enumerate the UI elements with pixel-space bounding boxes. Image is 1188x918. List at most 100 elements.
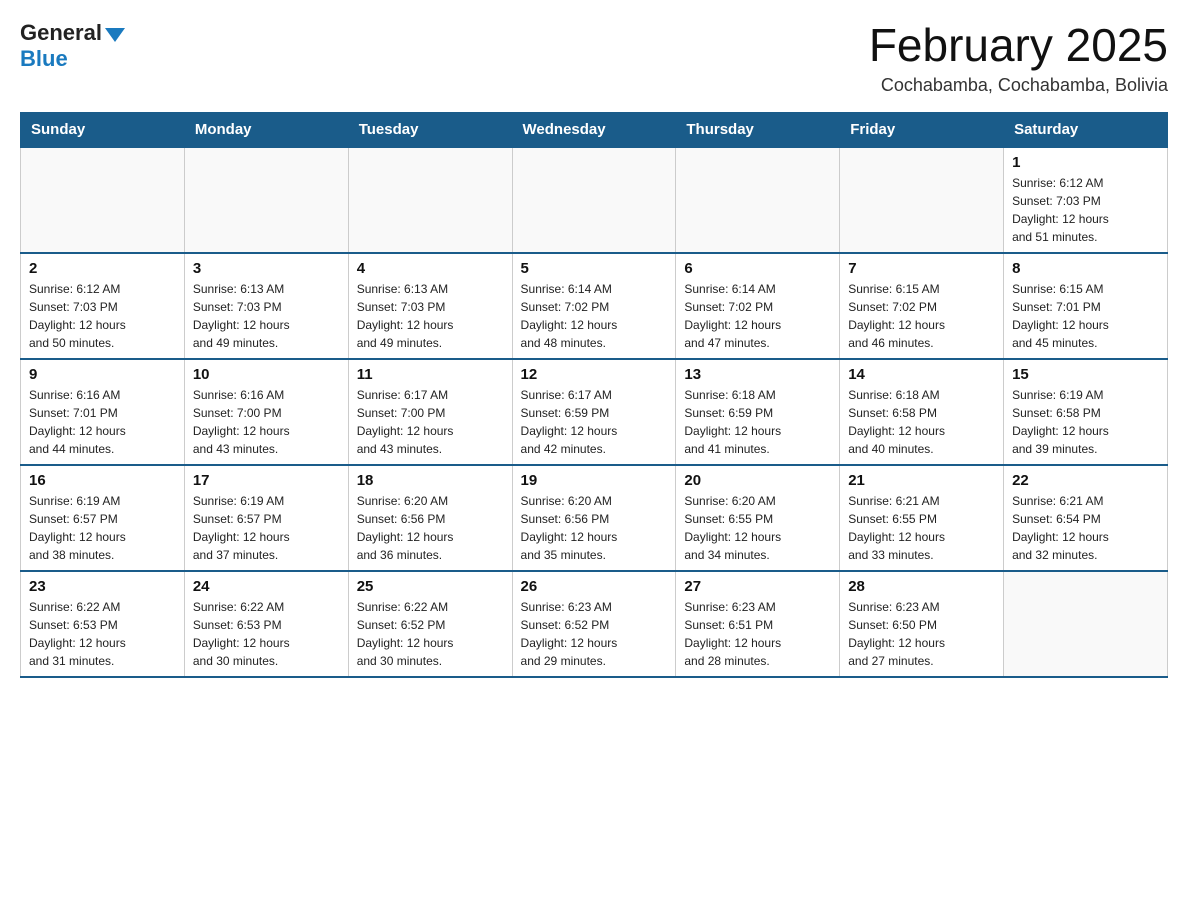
day-number: 14 xyxy=(848,366,995,383)
day-info: Sunrise: 6:19 AM Sunset: 6:57 PM Dayligh… xyxy=(193,492,340,564)
day-info: Sunrise: 6:16 AM Sunset: 7:01 PM Dayligh… xyxy=(29,386,176,458)
day-number: 20 xyxy=(684,472,831,489)
calendar-cell xyxy=(1004,571,1168,677)
calendar-cell: 5 Sunrise: 6:14 AM Sunset: 7:02 PM Daylig… xyxy=(512,253,676,359)
calendar-week-row: 23Sunrise: 6:22 AM Sunset: 6:53 PM Dayli… xyxy=(21,571,1168,677)
calendar-cell: 17 Sunrise: 6:19 AM Sunset: 6:57 PM Dayli… xyxy=(184,465,348,571)
day-info: Sunrise: 6:12 AM Sunset: 7:03 PM Dayligh… xyxy=(1012,174,1159,246)
calendar-week-row: 1 Sunrise: 6:12 AM Sunset: 7:03 PM Daylig… xyxy=(21,147,1168,253)
logo-arrow-icon xyxy=(105,28,125,42)
calendar-cell: 25Sunrise: 6:22 AM Sunset: 6:52 PM Dayli… xyxy=(348,571,512,677)
page-header: General Blue February 2025 Cochabamba, C… xyxy=(20,20,1168,96)
logo-general-text: General xyxy=(20,20,102,46)
day-number: 7 xyxy=(848,260,995,277)
calendar-week-row: 2 Sunrise: 6:12 AM Sunset: 7:03 PM Daylig… xyxy=(21,253,1168,359)
day-number: 22 xyxy=(1012,472,1159,489)
calendar-cell: 2 Sunrise: 6:12 AM Sunset: 7:03 PM Daylig… xyxy=(21,253,185,359)
month-title: February 2025 xyxy=(869,20,1168,71)
day-info: Sunrise: 6:21 AM Sunset: 6:55 PM Dayligh… xyxy=(848,492,995,564)
day-info: Sunrise: 6:23 AM Sunset: 6:52 PM Dayligh… xyxy=(521,598,668,670)
calendar-cell: 11 Sunrise: 6:17 AM Sunset: 7:00 PM Dayli… xyxy=(348,359,512,465)
calendar-cell: 6 Sunrise: 6:14 AM Sunset: 7:02 PM Daylig… xyxy=(676,253,840,359)
day-info: Sunrise: 6:20 AM Sunset: 6:55 PM Dayligh… xyxy=(684,492,831,564)
calendar-cell xyxy=(184,147,348,253)
day-number: 10 xyxy=(193,366,340,383)
day-info: Sunrise: 6:19 AM Sunset: 6:58 PM Dayligh… xyxy=(1012,386,1159,458)
day-number: 2 xyxy=(29,260,176,277)
day-info: Sunrise: 6:20 AM Sunset: 6:56 PM Dayligh… xyxy=(521,492,668,564)
day-number: 17 xyxy=(193,472,340,489)
weekday-header-wednesday: Wednesday xyxy=(512,112,676,147)
day-number: 15 xyxy=(1012,366,1159,383)
weekday-header-monday: Monday xyxy=(184,112,348,147)
day-number: 13 xyxy=(684,366,831,383)
calendar-cell: 12Sunrise: 6:17 AM Sunset: 6:59 PM Dayli… xyxy=(512,359,676,465)
day-info: Sunrise: 6:13 AM Sunset: 7:03 PM Dayligh… xyxy=(357,280,504,352)
day-info: Sunrise: 6:14 AM Sunset: 7:02 PM Dayligh… xyxy=(521,280,668,352)
weekday-header-tuesday: Tuesday xyxy=(348,112,512,147)
calendar-cell xyxy=(676,147,840,253)
day-number: 19 xyxy=(521,472,668,489)
day-info: Sunrise: 6:15 AM Sunset: 7:01 PM Dayligh… xyxy=(1012,280,1159,352)
calendar-cell: 8 Sunrise: 6:15 AM Sunset: 7:01 PM Daylig… xyxy=(1004,253,1168,359)
location-subtitle: Cochabamba, Cochabamba, Bolivia xyxy=(869,75,1168,96)
day-number: 27 xyxy=(684,578,831,595)
weekday-header-row: SundayMondayTuesdayWednesdayThursdayFrid… xyxy=(21,112,1168,147)
day-number: 5 xyxy=(521,260,668,277)
calendar-cell: 14 Sunrise: 6:18 AM Sunset: 6:58 PM Dayli… xyxy=(840,359,1004,465)
day-number: 18 xyxy=(357,472,504,489)
day-info: Sunrise: 6:16 AM Sunset: 7:00 PM Dayligh… xyxy=(193,386,340,458)
day-number: 1 xyxy=(1012,154,1159,171)
calendar-cell: 13 Sunrise: 6:18 AM Sunset: 6:59 PM Dayli… xyxy=(676,359,840,465)
day-number: 8 xyxy=(1012,260,1159,277)
calendar-cell: 4 Sunrise: 6:13 AM Sunset: 7:03 PM Daylig… xyxy=(348,253,512,359)
day-info: Sunrise: 6:17 AM Sunset: 7:00 PM Dayligh… xyxy=(357,386,504,458)
day-number: 16 xyxy=(29,472,176,489)
logo: General Blue xyxy=(20,20,125,72)
calendar-cell xyxy=(21,147,185,253)
day-number: 11 xyxy=(357,366,504,383)
calendar-cell: 9 Sunrise: 6:16 AM Sunset: 7:01 PM Daylig… xyxy=(21,359,185,465)
calendar-cell: 21 Sunrise: 6:21 AM Sunset: 6:55 PM Dayli… xyxy=(840,465,1004,571)
day-info: Sunrise: 6:19 AM Sunset: 6:57 PM Dayligh… xyxy=(29,492,176,564)
day-info: Sunrise: 6:23 AM Sunset: 6:51 PM Dayligh… xyxy=(684,598,831,670)
title-section: February 2025 Cochabamba, Cochabamba, Bo… xyxy=(869,20,1168,96)
calendar-cell: 10 Sunrise: 6:16 AM Sunset: 7:00 PM Dayli… xyxy=(184,359,348,465)
day-number: 6 xyxy=(684,260,831,277)
calendar-table: SundayMondayTuesdayWednesdayThursdayFrid… xyxy=(20,112,1168,678)
day-number: 4 xyxy=(357,260,504,277)
day-number: 21 xyxy=(848,472,995,489)
day-info: Sunrise: 6:20 AM Sunset: 6:56 PM Dayligh… xyxy=(357,492,504,564)
calendar-cell: 15 Sunrise: 6:19 AM Sunset: 6:58 PM Dayli… xyxy=(1004,359,1168,465)
calendar-cell: 18 Sunrise: 6:20 AM Sunset: 6:56 PM Dayli… xyxy=(348,465,512,571)
calendar-cell: 20 Sunrise: 6:20 AM Sunset: 6:55 PM Dayli… xyxy=(676,465,840,571)
calendar-cell: 7 Sunrise: 6:15 AM Sunset: 7:02 PM Daylig… xyxy=(840,253,1004,359)
weekday-header-saturday: Saturday xyxy=(1004,112,1168,147)
day-info: Sunrise: 6:22 AM Sunset: 6:53 PM Dayligh… xyxy=(193,598,340,670)
calendar-cell: 26 Sunrise: 6:23 AM Sunset: 6:52 PM Dayli… xyxy=(512,571,676,677)
day-number: 9 xyxy=(29,366,176,383)
day-info: Sunrise: 6:17 AM Sunset: 6:59 PM Dayligh… xyxy=(521,386,668,458)
calendar-cell: 23Sunrise: 6:22 AM Sunset: 6:53 PM Dayli… xyxy=(21,571,185,677)
day-number: 3 xyxy=(193,260,340,277)
day-number: 28 xyxy=(848,578,995,595)
day-info: Sunrise: 6:12 AM Sunset: 7:03 PM Dayligh… xyxy=(29,280,176,352)
calendar-cell: 22Sunrise: 6:21 AM Sunset: 6:54 PM Dayli… xyxy=(1004,465,1168,571)
logo-general: General xyxy=(20,20,125,46)
calendar-cell: 19 Sunrise: 6:20 AM Sunset: 6:56 PM Dayli… xyxy=(512,465,676,571)
day-number: 25 xyxy=(357,578,504,595)
weekday-header-sunday: Sunday xyxy=(21,112,185,147)
calendar-cell xyxy=(840,147,1004,253)
day-number: 24 xyxy=(193,578,340,595)
calendar-cell: 28 Sunrise: 6:23 AM Sunset: 6:50 PM Dayli… xyxy=(840,571,1004,677)
calendar-cell xyxy=(348,147,512,253)
day-info: Sunrise: 6:18 AM Sunset: 6:58 PM Dayligh… xyxy=(848,386,995,458)
calendar-cell: 27 Sunrise: 6:23 AM Sunset: 6:51 PM Dayli… xyxy=(676,571,840,677)
calendar-week-row: 16 Sunrise: 6:19 AM Sunset: 6:57 PM Dayli… xyxy=(21,465,1168,571)
day-info: Sunrise: 6:18 AM Sunset: 6:59 PM Dayligh… xyxy=(684,386,831,458)
day-info: Sunrise: 6:23 AM Sunset: 6:50 PM Dayligh… xyxy=(848,598,995,670)
day-info: Sunrise: 6:15 AM Sunset: 7:02 PM Dayligh… xyxy=(848,280,995,352)
calendar-week-row: 9 Sunrise: 6:16 AM Sunset: 7:01 PM Daylig… xyxy=(21,359,1168,465)
day-number: 26 xyxy=(521,578,668,595)
day-info: Sunrise: 6:14 AM Sunset: 7:02 PM Dayligh… xyxy=(684,280,831,352)
